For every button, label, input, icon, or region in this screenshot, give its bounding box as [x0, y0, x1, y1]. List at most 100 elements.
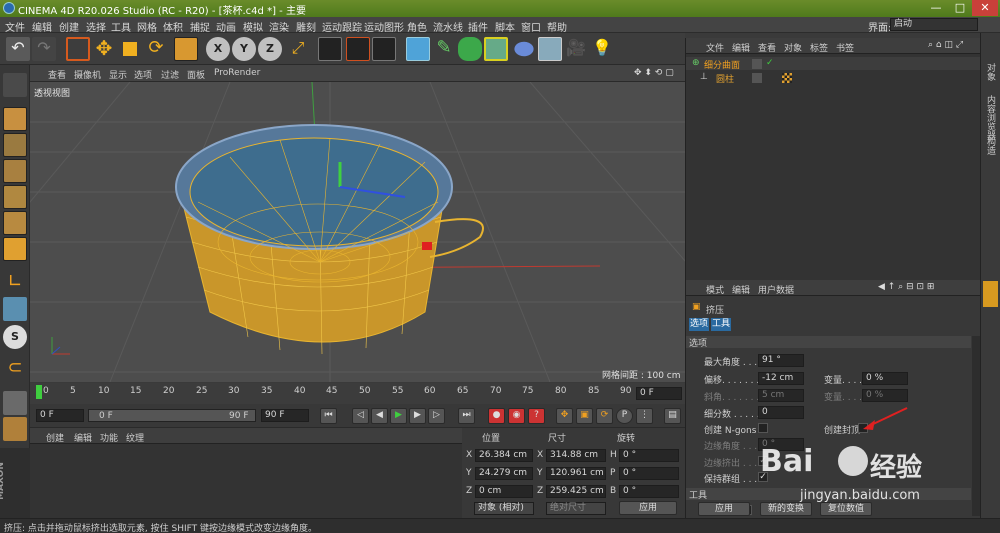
- tab-content-browser-vertical[interactable]: 内容浏览器: [984, 95, 997, 140]
- viewport-menu-camera[interactable]: 摄像机: [74, 68, 101, 81]
- render-picture-viewer-icon[interactable]: [346, 37, 370, 61]
- attributes-tab-vertical[interactable]: [983, 281, 998, 307]
- attr-menu-edit[interactable]: 编辑: [732, 283, 750, 296]
- object-row[interactable]: ⊕ 细分曲面 ✓: [686, 57, 981, 71]
- rotate-tool-icon[interactable]: ⟳: [144, 37, 168, 61]
- key-position-icon[interactable]: ✥: [556, 408, 573, 424]
- undo-button[interactable]: ↶: [6, 37, 30, 61]
- size-mode-select[interactable]: 绝对尺寸: [546, 502, 606, 515]
- viewport-menu-panel[interactable]: 面板: [187, 68, 205, 81]
- tab-structure-vertical[interactable]: 构造: [984, 137, 997, 155]
- menu-file[interactable]: 文件: [5, 19, 25, 34]
- variance2-field[interactable]: 0 %: [862, 389, 908, 402]
- subdivision-field[interactable]: 0: [758, 406, 804, 419]
- keyframe-selection-icon[interactable]: ?: [528, 408, 545, 424]
- axis-mode-icon[interactable]: ∟: [3, 271, 27, 295]
- viewport-menu-options[interactable]: 选项: [134, 68, 152, 81]
- next-key-icon[interactable]: ▷: [428, 408, 445, 424]
- snap-icon[interactable]: S: [3, 325, 27, 349]
- subdivision-surface-icon[interactable]: [458, 37, 482, 61]
- new-transform-button[interactable]: 新的变换: [760, 502, 812, 516]
- max-angle-field[interactable]: 91 °: [758, 354, 804, 367]
- tweak-mode-icon[interactable]: [3, 297, 27, 321]
- select-tool-icon[interactable]: [66, 37, 90, 61]
- workplane-icon[interactable]: [3, 159, 27, 183]
- tab-objects-vertical[interactable]: 对象: [984, 63, 997, 81]
- menu-create[interactable]: 创建: [59, 19, 79, 34]
- current-frame-field[interactable]: 0 F: [636, 387, 682, 400]
- viewport-menu-display[interactable]: 显示: [109, 68, 127, 81]
- array-icon[interactable]: [484, 37, 508, 61]
- viewport-menu-view[interactable]: 查看: [48, 68, 66, 81]
- scale-tool-icon[interactable]: [118, 37, 142, 61]
- objects-menu-file[interactable]: 文件: [706, 41, 724, 54]
- cube-primitive-icon[interactable]: [406, 37, 430, 61]
- menu-animate[interactable]: 动画: [216, 19, 236, 34]
- bevel-field[interactable]: 5 cm: [758, 389, 804, 402]
- menu-mesh[interactable]: 网格: [137, 19, 157, 34]
- y-axis-lock-icon[interactable]: Y: [232, 37, 256, 61]
- points-mode-icon[interactable]: [3, 185, 27, 209]
- viewport-menu-prorender[interactable]: ProRender: [214, 68, 260, 78]
- objects-menu-edit[interactable]: 编辑: [732, 41, 750, 54]
- maximize-button[interactable]: □: [948, 0, 972, 16]
- tab-options[interactable]: 选项: [689, 318, 709, 331]
- timeline-ruler[interactable]: 0 5 10 15 20 25 30 35 40 45 50 55 60 65 …: [30, 383, 685, 404]
- record-icon[interactable]: ●: [488, 408, 505, 424]
- coordinate-system-icon[interactable]: ⤢: [286, 37, 310, 61]
- polygons-mode-icon[interactable]: [3, 237, 27, 261]
- locked-workplane-icon[interactable]: [3, 391, 27, 415]
- menu-snap[interactable]: 捕捉: [190, 19, 210, 34]
- render-settings-icon[interactable]: [372, 37, 396, 61]
- goto-start-icon[interactable]: ⏮: [320, 408, 337, 424]
- x-axis-lock-icon[interactable]: X: [206, 37, 230, 61]
- autokey-icon[interactable]: ◉: [508, 408, 525, 424]
- rotation-b-field[interactable]: 0 °: [619, 485, 679, 498]
- goto-end-icon[interactable]: ⏭: [458, 408, 475, 424]
- ngons-checkbox[interactable]: [758, 423, 768, 433]
- visibility-toggle[interactable]: [752, 59, 762, 69]
- menu-simulate[interactable]: 模拟: [243, 19, 263, 34]
- enabled-check-icon[interactable]: ✓: [766, 58, 774, 68]
- position-z-field[interactable]: 0 cm: [475, 485, 533, 498]
- camera-icon[interactable]: 🎥: [564, 37, 588, 61]
- object-row[interactable]: ⊥ 圆柱: [686, 71, 981, 85]
- prev-frame-icon[interactable]: ◀: [371, 408, 388, 424]
- menu-select[interactable]: 选择: [86, 19, 106, 34]
- key-pla-icon[interactable]: ⋮: [636, 408, 653, 424]
- key-param-icon[interactable]: P: [616, 408, 633, 424]
- light-icon[interactable]: 💡: [590, 37, 614, 61]
- rotation-p-field[interactable]: 0 °: [619, 467, 679, 480]
- menu-plugins[interactable]: 插件: [468, 19, 488, 34]
- edges-mode-icon[interactable]: [3, 211, 27, 235]
- menu-pipeline[interactable]: 流水线: [433, 19, 463, 34]
- size-y-field[interactable]: 120.961 cm: [546, 467, 606, 480]
- coord-mode-select[interactable]: 对象 (相对): [474, 502, 534, 515]
- visibility-toggle[interactable]: [752, 73, 762, 83]
- magnet-icon[interactable]: ⊂: [3, 357, 27, 381]
- objects-search-icon[interactable]: ⌕ ⌂ ◫ ⤢: [928, 40, 963, 50]
- material-menu-create[interactable]: 创建: [46, 431, 64, 444]
- attr-menu-mode[interactable]: 模式: [706, 283, 724, 296]
- reset-values-button[interactable]: 复位数值: [820, 502, 872, 516]
- texture-mode-icon[interactable]: [3, 133, 27, 157]
- floor-scene-icon[interactable]: [538, 37, 562, 61]
- start-frame-field[interactable]: 0 F: [36, 409, 84, 422]
- key-scale-icon[interactable]: ▣: [576, 408, 593, 424]
- position-y-field[interactable]: 24.279 cm: [475, 467, 533, 480]
- menu-edit[interactable]: 编辑: [32, 19, 52, 34]
- layout-select[interactable]: 启动: [890, 18, 978, 31]
- attr-apply-button[interactable]: 应用: [698, 502, 750, 516]
- viewport-menu-filter[interactable]: 过滤: [161, 68, 179, 81]
- perspective-viewport[interactable]: 透视视图 网格间距: 100 cm: [30, 82, 685, 382]
- menu-character[interactable]: 角色: [407, 19, 427, 34]
- attr-nav-icons[interactable]: ◀ ↑ ⌕ ⊟ ⊡ ⊞: [878, 282, 934, 292]
- object-name[interactable]: 圆柱: [716, 72, 734, 85]
- material-menu-texture[interactable]: 纹理: [126, 431, 144, 444]
- material-menu-edit[interactable]: 编辑: [74, 431, 92, 444]
- playhead-marker[interactable]: [36, 385, 42, 399]
- position-x-field[interactable]: 26.384 cm: [475, 449, 533, 462]
- material-menu-function[interactable]: 功能: [100, 431, 118, 444]
- attributes-scrollbar[interactable]: [972, 336, 980, 516]
- viewport-nav-icons[interactable]: ✥ ⬍ ⟲ ▢: [634, 68, 674, 78]
